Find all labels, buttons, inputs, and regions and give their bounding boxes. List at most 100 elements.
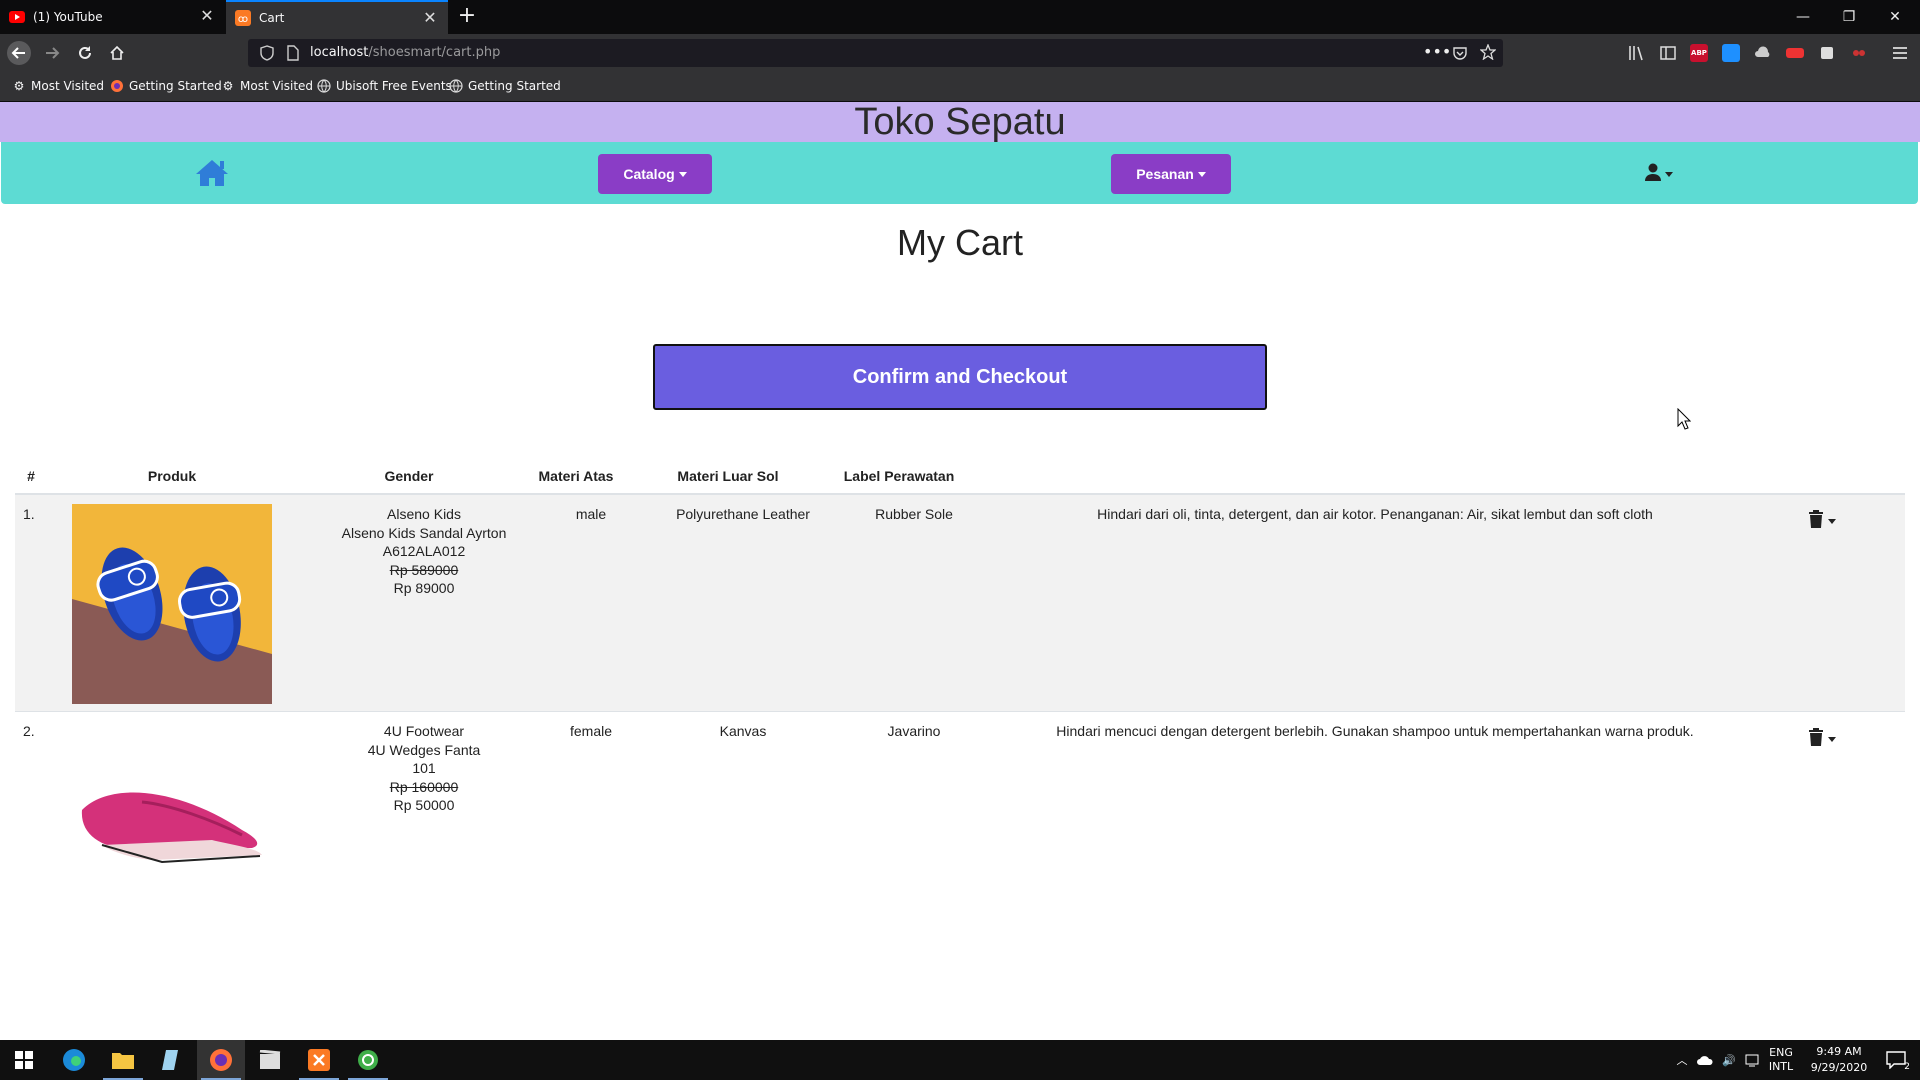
product-image[interactable] [72, 720, 272, 920]
page-title: My Cart [897, 222, 1023, 263]
notepad-icon[interactable] [148, 1040, 196, 1080]
home-icon[interactable] [195, 158, 229, 188]
puzzle-extension-icon[interactable] [1818, 44, 1836, 62]
edge-icon[interactable] [50, 1040, 98, 1080]
firefox-taskbar-icon[interactable] [197, 1040, 245, 1080]
close-tab-icon[interactable]: ✕ [422, 10, 438, 26]
home-icon[interactable] [105, 41, 129, 65]
pesanan-dropdown-button[interactable]: Pesanan [1111, 154, 1231, 194]
minimize-icon[interactable]: — [1780, 0, 1826, 34]
url-text: localhost/shoesmart/cart.php [310, 45, 501, 60]
video-editor-icon[interactable] [246, 1040, 294, 1080]
clock[interactable]: 9:49 AM 9/29/2020 [1796, 1044, 1882, 1076]
svg-text:ꝏ: ꝏ [238, 14, 248, 25]
shield-icon[interactable] [260, 45, 274, 65]
volume-icon[interactable]: 🔊 [1718, 1040, 1740, 1080]
product-old-price: Rp 589000 [389, 561, 459, 578]
address-bar[interactable]: localhost/shoesmart/cart.php ••• [248, 39, 1503, 67]
materi-luar-sol: Javarino [887, 723, 941, 739]
close-window-icon[interactable]: ✕ [1872, 0, 1918, 34]
network-icon[interactable] [1742, 1040, 1764, 1080]
trash-icon [1808, 728, 1824, 750]
product-brand: 4U Footwear [383, 723, 465, 739]
trash-icon [1808, 510, 1824, 532]
extension-blue-icon[interactable] [1722, 44, 1740, 62]
materi-luar-sol: Rubber Sole [875, 506, 953, 522]
hamburger-menu-icon[interactable] [1891, 44, 1909, 62]
chevron-up-icon[interactable]: ︿ [1672, 1040, 1692, 1080]
app-green-icon[interactable] [344, 1040, 392, 1080]
globe-icon [449, 79, 463, 93]
product-info: Alseno Kids Alseno Kids Sandal Ayrton A6… [309, 505, 539, 598]
product-name: 4U Wedges Fanta [367, 741, 481, 758]
col-header-gender: Gender [384, 468, 434, 484]
page-info-icon[interactable] [286, 45, 299, 65]
product-code: 101 [412, 760, 436, 776]
notifications-icon[interactable]: 2 [1876, 1040, 1916, 1080]
adblock-icon[interactable]: ABP [1690, 44, 1708, 62]
user-icon [1644, 163, 1662, 185]
tab-title: (1) YouTube [33, 10, 103, 24]
site-header: Toko Sepatu [0, 102, 1920, 142]
product-image[interactable] [72, 504, 272, 704]
delete-dropdown[interactable] [1808, 728, 1844, 750]
xampp-taskbar-icon[interactable] [295, 1040, 343, 1080]
caret-down-icon [1197, 171, 1206, 177]
product-gender: male [575, 506, 607, 522]
forward-icon[interactable] [40, 41, 64, 65]
reload-icon[interactable] [73, 41, 97, 65]
site-navbar: Catalog Pesanan [1, 142, 1918, 204]
new-tab-icon[interactable]: + [456, 5, 478, 27]
col-header-materi-luar-sol: Materi Luar Sol [677, 468, 779, 484]
bookmark-getting-started-2[interactable]: Getting Started [449, 79, 561, 93]
library-icon[interactable] [1627, 44, 1645, 62]
restore-icon[interactable]: ❐ [1826, 0, 1872, 34]
mouse-cursor-icon [1677, 407, 1692, 434]
firefox-icon [110, 79, 124, 93]
bookmark-star-icon[interactable] [1479, 43, 1497, 64]
cloud-extension-icon[interactable] [1754, 44, 1772, 62]
tab-youtube[interactable]: (1) YouTube ✕ [0, 0, 225, 34]
materi-atas: Kanvas [719, 723, 767, 739]
bookmark-most-visited-2[interactable]: ⚙ Most Visited [221, 79, 313, 93]
tab-title: Cart [259, 11, 285, 25]
language-indicator[interactable]: ENG INTL [1766, 1040, 1796, 1080]
site-title: Toko Sepatu [854, 101, 1066, 143]
xampp-icon: ꝏ [235, 10, 251, 26]
pocket-icon[interactable] [1452, 45, 1468, 65]
onedrive-icon[interactable] [1694, 1040, 1716, 1080]
col-header-label-perawatan: Label Perawatan [843, 468, 955, 484]
close-tab-icon[interactable]: ✕ [199, 8, 215, 24]
globe-icon [317, 79, 331, 93]
bookmarks-bar: ⚙ Most Visited Getting Started ⚙ Most Visi… [0, 72, 1920, 102]
user-dropdown-button[interactable] [1644, 162, 1684, 186]
col-header-produk: Produk [147, 468, 197, 484]
file-explorer-icon[interactable] [99, 1040, 147, 1080]
label-perawatan: Hindari mencuci dengan detergent berlebi… [1056, 723, 1694, 739]
bookmark-getting-started[interactable]: Getting Started [110, 79, 222, 93]
col-header-materi-atas: Materi Atas [538, 468, 614, 484]
product-gender: female [569, 723, 613, 739]
windows-start-icon[interactable] [0, 1040, 48, 1080]
bookmark-most-visited[interactable]: ⚙ Most Visited [12, 79, 104, 93]
delete-dropdown[interactable] [1808, 510, 1844, 532]
row-index: 2. [23, 723, 35, 739]
product-price: Rp 50000 [393, 797, 455, 813]
product-name: Alseno Kids Sandal Ayrton [341, 524, 507, 541]
tab-cart[interactable]: ꝏ Cart ✕ [226, 0, 448, 34]
mask-extension-icon[interactable] [1850, 44, 1868, 62]
video-extension-icon[interactable] [1786, 48, 1804, 58]
youtube-icon [9, 9, 25, 25]
catalog-dropdown-button[interactable]: Catalog [598, 154, 712, 194]
back-icon[interactable] [7, 41, 31, 65]
browser-nav-bar: localhost/shoesmart/cart.php ••• ABP [0, 34, 1920, 72]
bookmark-ubisoft[interactable]: Ubisoft Free Events [317, 79, 452, 93]
confirm-checkout-button[interactable]: Confirm and Checkout [653, 344, 1267, 410]
col-header-number: # [27, 468, 35, 484]
caret-down-icon [1828, 518, 1836, 524]
caret-down-icon [1828, 736, 1836, 742]
product-code: A612ALA012 [382, 543, 466, 559]
more-actions-icon[interactable]: ••• [1423, 42, 1451, 61]
label-perawatan: Hindari dari oli, tinta, detergent, dan … [1097, 506, 1653, 522]
sidebar-icon[interactable] [1659, 44, 1677, 62]
